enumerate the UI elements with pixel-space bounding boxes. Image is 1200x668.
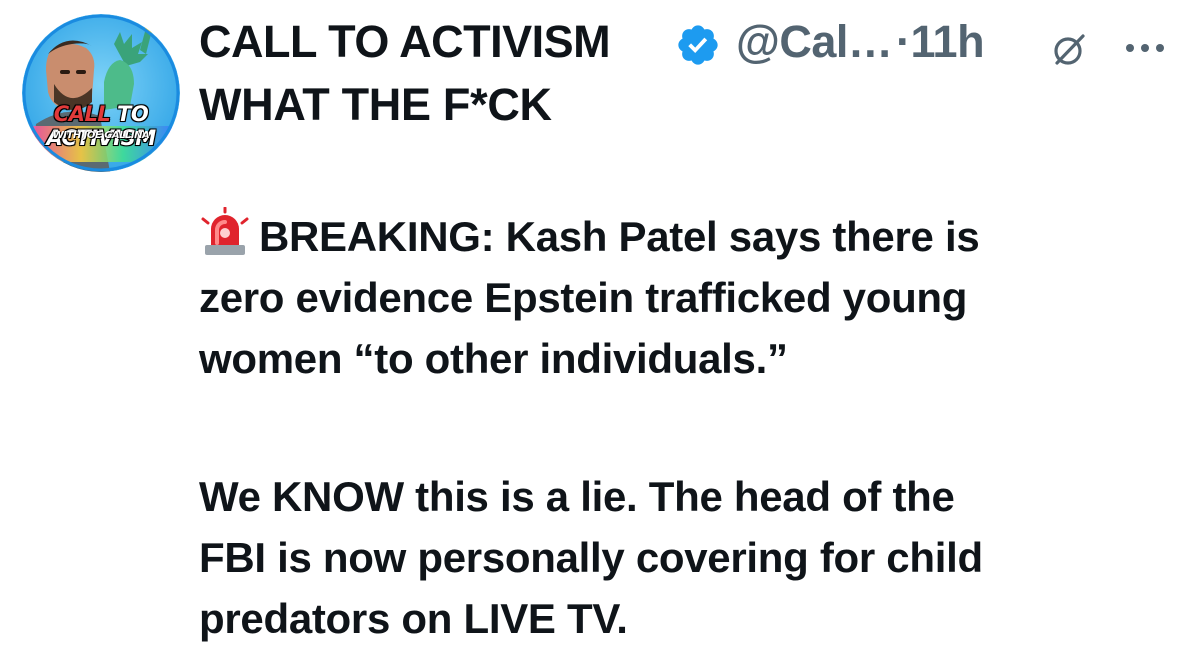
post-paragraph: We KNOW this is a lie. The head of the F… [199,466,983,649]
time-label: 11h [910,16,985,67]
avatar-logo-text: CALL TO ACTIVISM [46,102,156,150]
post-text-line: women “to other individuals.” [199,335,788,382]
tweet-header: CALL TO ACTIVISM @Cal… ·11h [199,14,1179,68]
verified-badge-icon [678,25,718,65]
more-icon[interactable] [1123,38,1167,58]
post-text-line: predators on LIVE TV. [199,595,628,642]
user-handle[interactable]: @Cal… [736,16,893,68]
grok-icon[interactable] [1051,32,1087,68]
display-name[interactable]: CALL TO ACTIVISM [199,16,611,68]
avatar-logo-subtext: WITH JOE GALLINA [52,130,150,141]
post-paragraph: BREAKING: Kash Patel says there is zero … [199,206,980,389]
separator-dot: · [896,16,911,67]
post-text-line: FBI is now personally covering for child [199,534,983,581]
timestamp[interactable]: ·11h [896,16,985,68]
avatar[interactable]: CALL TO ACTIVISM WITH JOE GALLINA [22,14,180,172]
post-text-line: We KNOW this is a lie. The head of the [199,473,955,520]
rotating-light-icon [201,207,249,255]
post-text-line: WHAT THE F*CK [199,79,552,130]
post-text-line: zero evidence Epstein trafficked young [199,274,968,321]
post-text-line: BREAKING: Kash Patel says there is [199,206,980,267]
tweet[interactable]: CALL TO ACTIVISM WITH JOE GALLINA CALL T… [0,0,1200,668]
